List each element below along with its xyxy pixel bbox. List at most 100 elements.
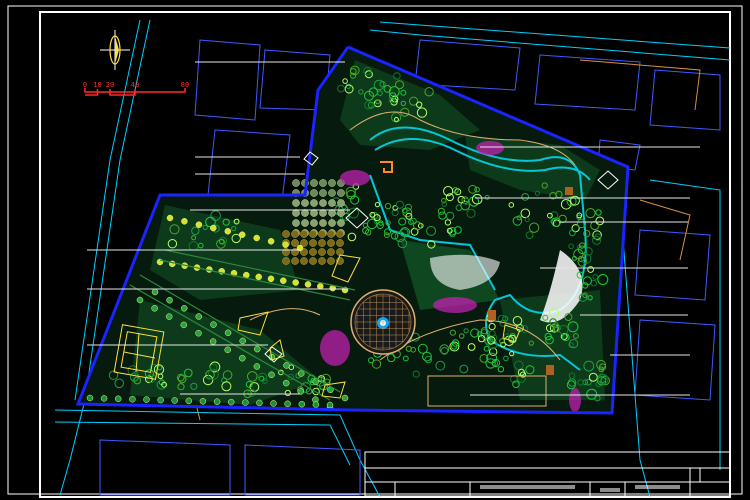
row-tree [195,221,203,228]
row-tree [304,281,312,288]
row-tree [151,305,158,312]
row-tree [326,401,334,409]
orchard-tree [328,189,336,197]
orchard-tree [337,189,345,197]
row-tree [213,398,221,405]
row-tree [256,399,263,407]
row-tree [292,279,299,286]
row-tree [185,397,193,405]
row-tree [157,396,164,404]
orchard-tree [327,248,335,256]
orchard-tree [318,239,326,247]
row-tree [312,401,320,408]
orchard-tree [292,219,300,227]
orchard-tree [291,239,299,247]
orchard-tree [301,199,309,207]
scale-tick-label: 0 [83,81,87,89]
row-tree [267,238,275,245]
row-tree [165,313,173,320]
orchard-tree [327,257,335,265]
scale-tick-label: 80 [181,81,189,89]
row-tree [239,354,246,362]
orchard-tree [282,248,290,256]
orchard-tree [292,199,300,207]
row-tree [210,224,217,232]
row-tree [317,283,324,290]
row-tree [181,218,188,225]
orchard-tree [292,179,300,187]
scale-bar: 0 10 20 40 80 [83,81,189,96]
row-tree [224,346,231,354]
row-tree [136,296,144,304]
row-tree [209,338,217,345]
orchard-tree [282,230,290,238]
row-tree [180,305,188,312]
orchard-tree [337,199,345,207]
scale-tick-label: 10 [93,81,101,89]
orchard-tree [309,248,317,256]
row-tree [195,329,202,337]
orchard-tree [300,257,308,265]
orchard-tree [327,239,335,247]
row-tree [282,241,289,248]
orchard-tree [310,219,318,227]
row-tree [282,379,290,387]
row-tree [143,396,150,403]
row-tree [195,313,203,320]
orchard-tree [319,189,327,197]
title-block [364,451,731,497]
orchard-tree [309,257,317,265]
row-tree [267,275,275,283]
row-tree [166,296,173,304]
orchard-tree [318,257,326,265]
row-tree [210,321,217,328]
orchard-tree [328,219,336,227]
row-tree [283,362,290,369]
orchard-tree [319,219,327,227]
row-tree [227,398,235,406]
orchard-tree [291,257,299,265]
cad-landscape-plan: 0 10 20 40 80 [0,0,750,500]
row-tree [242,399,249,406]
orchard-tree [328,179,336,187]
orchard-tree [309,230,317,238]
orchard-tree [310,199,318,207]
orchard-tree [327,230,335,238]
orchard-tree [310,179,318,187]
row-tree [341,394,349,402]
row-tree [298,400,306,408]
row-tree [224,329,232,337]
north-arrow-icon [100,30,130,70]
row-tree [255,273,262,281]
row-tree [224,228,232,235]
row-tree [254,345,261,353]
row-tree [238,231,246,238]
orchard-tree [318,230,326,238]
orchard-tree [337,219,345,227]
site-plan-drawing: 0 10 20 40 80 [7,5,743,498]
row-tree [114,395,122,403]
row-tree [270,400,277,407]
orchard-tree [309,239,317,247]
orchard-tree [318,248,326,256]
row-tree [86,394,94,402]
orchard-tree [291,230,299,238]
title-block-fill [480,485,680,492]
row-tree [253,363,261,370]
row-tree [129,395,136,403]
row-tree [199,398,207,405]
scale-tick-label: 20 [106,81,114,89]
row-tree [100,395,108,402]
orchard-tree [282,257,290,265]
orchard-tree [319,179,327,187]
row-tree [284,400,291,408]
row-tree [239,337,246,345]
row-tree [166,214,174,222]
orchard-tree [301,219,309,227]
row-tree [297,370,305,377]
circular-plaza-icon [350,289,416,355]
row-tree [180,321,188,329]
orchard-tree [310,189,318,197]
orchard-tree [328,199,336,207]
orchard-tree [336,239,344,247]
